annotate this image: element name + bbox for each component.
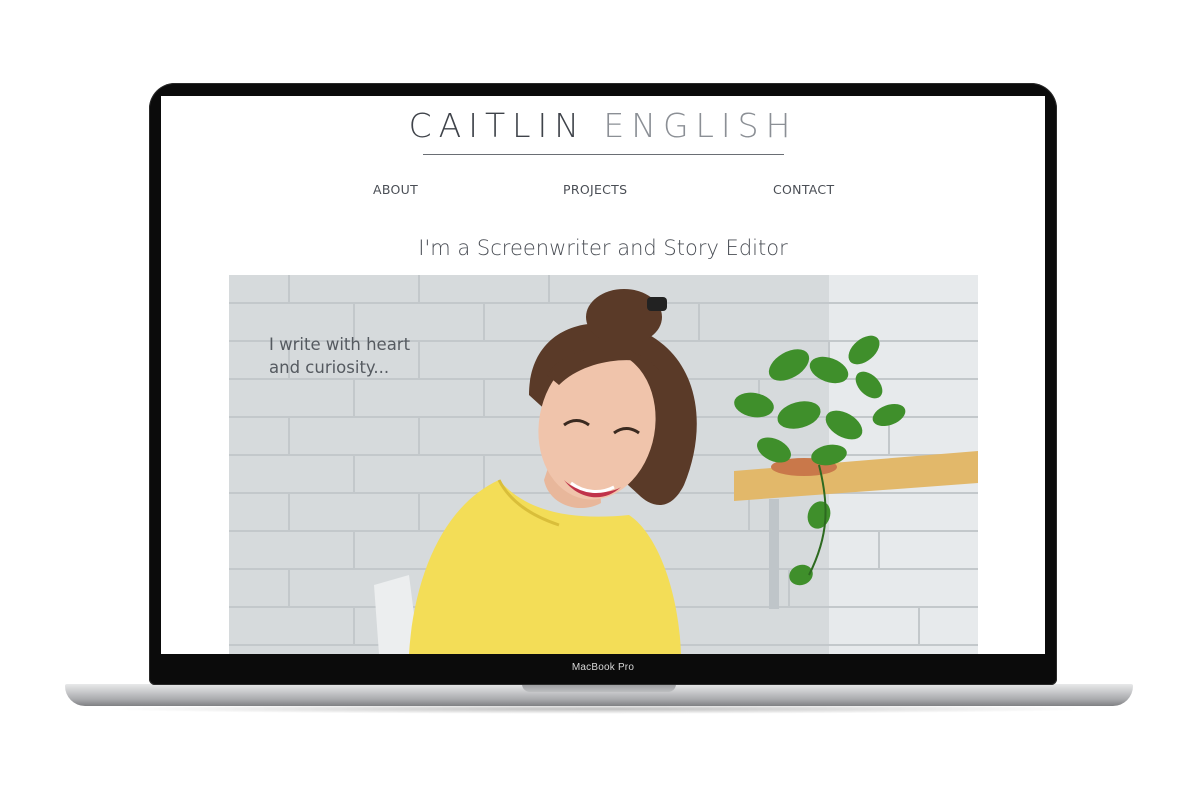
device-label: MacBook Pro (571, 662, 635, 673)
site-title-first: CAITLIN (408, 106, 586, 145)
mockup-stage: CAITLIN ENGLISH ABOUT PROJECTS CONTACT I… (0, 0, 1200, 800)
hero-quote: I write with heart and curiosity... (269, 333, 449, 379)
hero-photo-illustration (229, 275, 978, 654)
title-underline (423, 154, 784, 155)
nav-about[interactable]: ABOUT (373, 182, 418, 197)
page-tagline: I'm a Screenwriter and Story Editor (418, 236, 788, 260)
shelf-bracket (769, 499, 779, 609)
nav-contact[interactable]: CONTACT (773, 182, 834, 197)
laptop-screen: CAITLIN ENGLISH ABOUT PROJECTS CONTACT I… (161, 96, 1045, 654)
hero-quote-line-1: I write with heart (269, 335, 411, 354)
site-title-last: ENGLISH (603, 106, 798, 145)
hero-photo: I write with heart and curiosity... (229, 275, 978, 654)
hero-quote-line-2: and curiosity... (269, 358, 390, 377)
site-title[interactable]: CAITLIN ENGLISH (161, 106, 1045, 146)
nav-projects[interactable]: PROJECTS (563, 182, 627, 197)
hair-clip (647, 297, 667, 311)
laptop-notch (522, 684, 676, 692)
